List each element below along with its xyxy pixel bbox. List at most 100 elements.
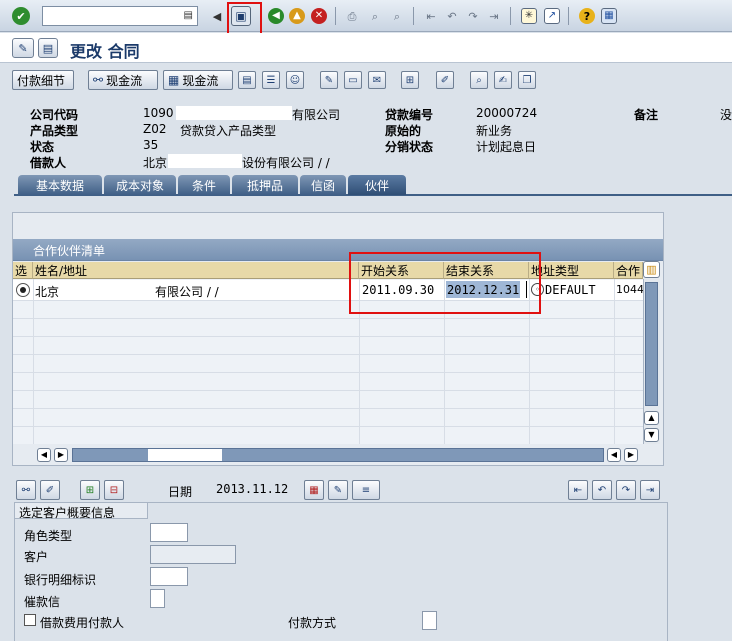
fee-payer-checkbox[interactable] xyxy=(24,614,36,626)
column-header-select[interactable]: 选 xyxy=(13,262,33,279)
exit-icon[interactable]: ▲ xyxy=(289,8,305,24)
payment-detail-button[interactable]: 付款细节 xyxy=(12,70,74,90)
note-icon[interactable]: ✍ xyxy=(494,71,512,89)
scroll-down-icon[interactable]: ▼ xyxy=(644,428,659,442)
next-page-icon[interactable]: ↷ xyxy=(465,8,481,24)
column-settings-icon[interactable]: ▥ xyxy=(643,261,660,278)
calendar-icon[interactable]: ▦ xyxy=(304,480,324,500)
print-icon[interactable]: ⎙ xyxy=(344,8,360,24)
display-change-icon[interactable]: ✎ xyxy=(12,38,34,58)
row-divider xyxy=(13,336,643,337)
customer-field[interactable] xyxy=(150,545,236,564)
tab-label: 信函 xyxy=(310,178,335,193)
date-value: 2013.11.12 xyxy=(216,482,289,496)
scroll-left-end-icon[interactable]: ◀ xyxy=(607,448,621,462)
company-code-value: 1090 xyxy=(143,106,174,120)
find-next-icon[interactable]: ⌕ xyxy=(389,8,405,24)
borrower-label: 借款人 xyxy=(30,156,67,170)
row-address-type: DEFAULT xyxy=(545,283,596,297)
tab-correspondence[interactable]: 信函 xyxy=(300,175,346,195)
cancel-icon[interactable]: ✕ xyxy=(311,8,327,24)
person-icon[interactable]: ☺ xyxy=(286,71,304,89)
vertical-scroll-thumb[interactable] xyxy=(645,282,658,406)
row-name-city: 北京 xyxy=(35,285,60,299)
edit-pencil-icon[interactable]: ✐ xyxy=(40,480,60,500)
back-icon[interactable]: ◀ xyxy=(268,8,284,24)
enter-icon[interactable]: ✔ xyxy=(12,7,30,25)
command-history-icon[interactable]: ▤ xyxy=(184,10,193,21)
tab-conditions[interactable]: 条件 xyxy=(178,175,230,195)
last-entry-icon[interactable]: ⇥ xyxy=(640,480,660,500)
history-arrow-icon[interactable]: ◀ xyxy=(212,8,222,24)
distribution-status-value: 计划起息日 xyxy=(476,140,537,154)
tab-label: 条件 xyxy=(191,178,216,193)
find-icon[interactable]: ⌕ xyxy=(367,8,383,24)
row-divider xyxy=(13,300,643,301)
role-type-label: 角色类型 xyxy=(24,529,73,543)
page-title: 更改 合同 xyxy=(70,42,140,61)
list-icon[interactable]: ☰ xyxy=(262,71,280,89)
loan-number-label: 贷款编号 xyxy=(385,108,434,122)
partner-table-title: 合作伙伴清单 xyxy=(33,244,106,258)
scroll-right-end-icon[interactable]: ▶ xyxy=(624,448,638,462)
prev-page-icon[interactable]: ↶ xyxy=(444,8,460,24)
column-header-label: 姓名/地址 xyxy=(35,263,88,278)
tab-cost-object[interactable]: 成本对象 xyxy=(104,175,176,195)
company-name-value: 有限公司 xyxy=(292,108,341,122)
folder-icon[interactable]: ▭ xyxy=(344,71,362,89)
fee-payer-label: 借款费用付款人 xyxy=(40,616,125,630)
payment-method-field[interactable] xyxy=(422,611,437,630)
column-header-address-type[interactable]: 地址类型 xyxy=(529,262,614,279)
zoom-icon[interactable]: ⌕ xyxy=(470,71,488,89)
scroll-right-icon[interactable]: ▶ xyxy=(54,448,68,462)
radio-dot xyxy=(20,287,26,293)
cashflow-small-icon[interactable]: ⚯ xyxy=(16,480,36,500)
shortcut-icon[interactable]: ↗ xyxy=(544,8,560,24)
borrower-city: 北京 xyxy=(143,156,168,170)
insert-row-icon[interactable]: ⊞ xyxy=(80,480,100,500)
tab-partner[interactable]: 伙伴 xyxy=(348,175,406,195)
column-header-name[interactable]: 姓名/地址 xyxy=(33,262,359,279)
column-header-partner[interactable]: 合作 xyxy=(614,262,643,279)
pages-icon[interactable]: ❐ xyxy=(518,71,536,89)
cashflow-button-1[interactable]: ⚯ 现金流 xyxy=(88,70,158,90)
note-value: 没 xyxy=(720,108,732,122)
last-page-icon[interactable]: ⇥ xyxy=(486,8,502,24)
horizontal-scroll-thumb[interactable] xyxy=(148,449,222,461)
row-select-radio[interactable] xyxy=(16,283,30,297)
prev-entry-icon[interactable]: ↶ xyxy=(592,480,612,500)
date-detail-icon[interactable]: ✎ xyxy=(328,480,348,500)
customer-label: 客户 xyxy=(24,550,49,564)
scroll-left-icon[interactable]: ◀ xyxy=(37,448,51,462)
command-input[interactable] xyxy=(43,7,179,25)
tab-basic-data[interactable]: 基本数据 xyxy=(18,175,102,195)
bank-detail-field[interactable] xyxy=(150,567,188,586)
delete-row-icon[interactable]: ⊟ xyxy=(104,480,124,500)
document-icon[interactable]: ▤ xyxy=(238,71,256,89)
next-entry-icon[interactable]: ↷ xyxy=(616,480,636,500)
tab-label: 基本数据 xyxy=(35,178,84,193)
first-entry-icon[interactable]: ⇤ xyxy=(568,480,588,500)
edit-object-icon[interactable]: ✎ xyxy=(320,71,338,89)
pencil-icon[interactable]: ✐ xyxy=(436,71,454,89)
help-icon[interactable]: ? xyxy=(579,8,595,24)
date-text-icon[interactable]: ≡ xyxy=(352,480,380,500)
borrower-name-suffix: 设份有限公司 / / xyxy=(242,156,330,170)
role-type-field[interactable] xyxy=(150,523,188,542)
redacted-block xyxy=(168,154,242,168)
dunning-field[interactable] xyxy=(150,589,165,608)
status-value: 35 xyxy=(143,138,159,152)
tab-collateral[interactable]: 抵押品 xyxy=(232,175,298,195)
layout-icon[interactable]: ▦ xyxy=(601,8,617,24)
scroll-up-icon[interactable]: ▲ xyxy=(644,411,659,425)
save-highlight-box xyxy=(227,2,262,36)
hierarchy-icon[interactable]: ⊞ xyxy=(401,71,419,89)
partner-table-title-bar xyxy=(13,239,663,261)
command-field[interactable]: ▤ xyxy=(42,6,198,26)
cashflow-button-2[interactable]: ▦ 现金流 xyxy=(163,70,233,90)
first-page-icon[interactable]: ⇤ xyxy=(423,8,439,24)
other-object-icon[interactable]: ▤ xyxy=(38,38,58,58)
mail-icon[interactable]: ✉ xyxy=(368,71,386,89)
new-session-icon[interactable]: ✳ xyxy=(521,8,537,24)
loan-number-value: 20000724 xyxy=(476,106,538,120)
